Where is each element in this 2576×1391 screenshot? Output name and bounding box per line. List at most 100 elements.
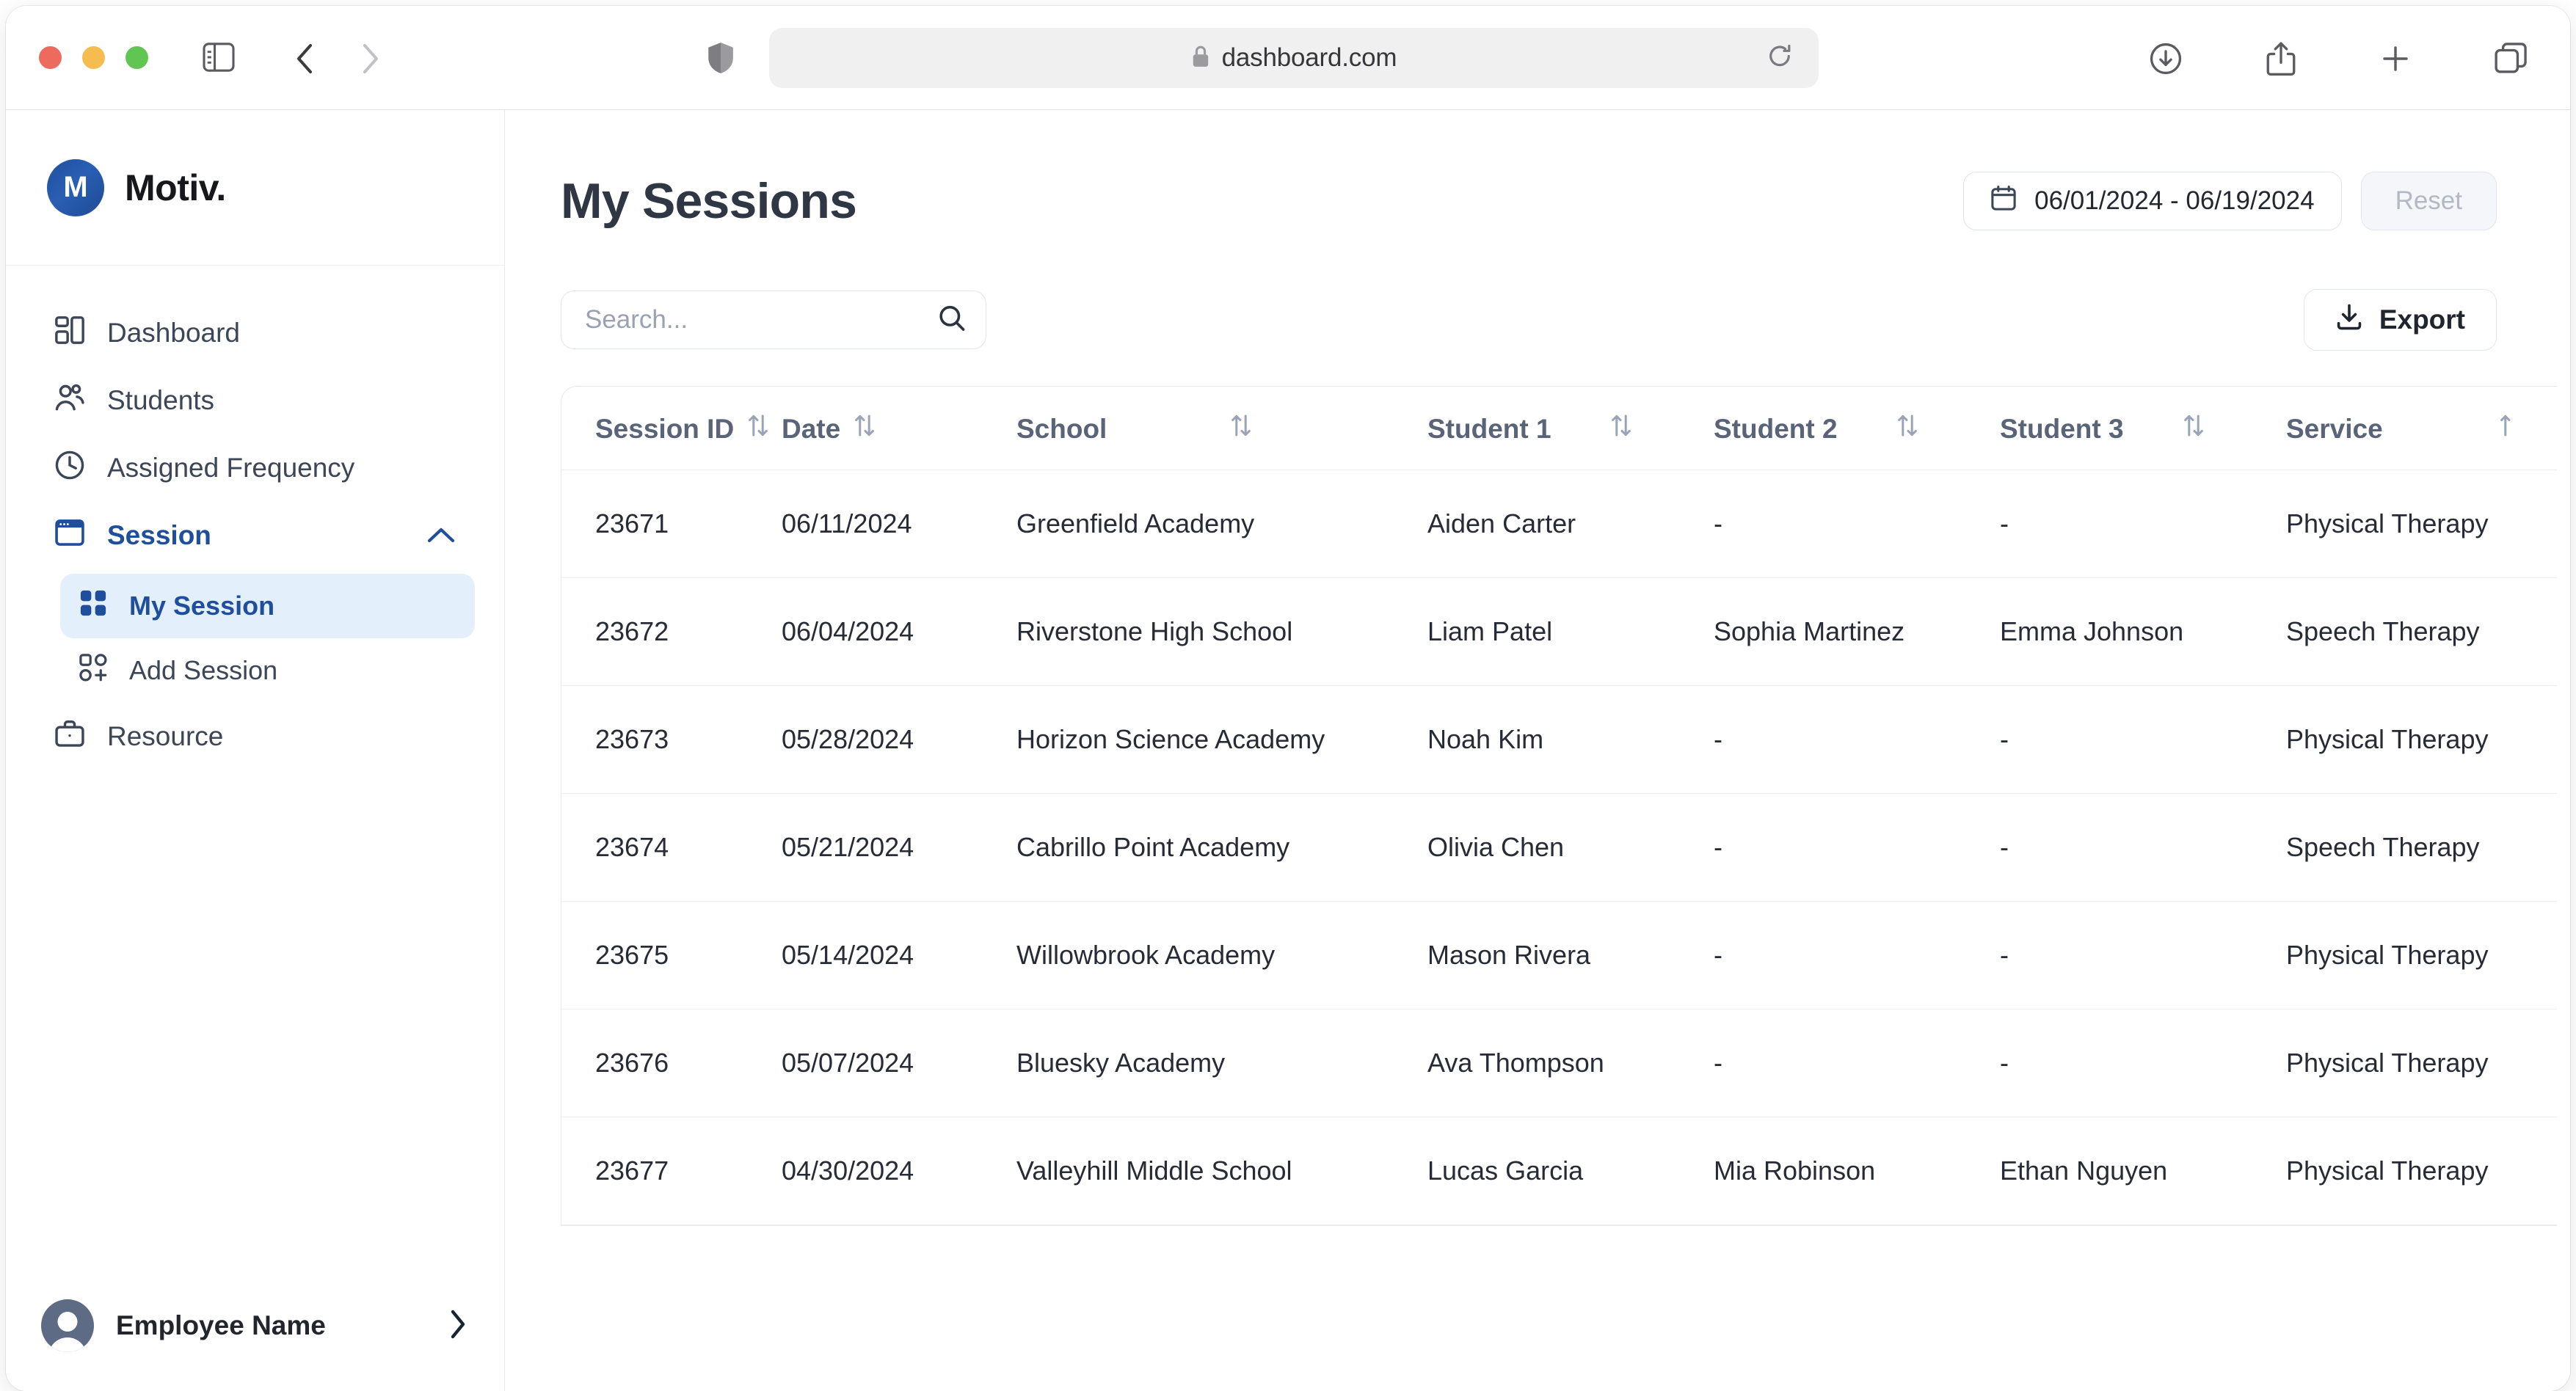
sort-arrows-icon[interactable]	[747, 413, 769, 445]
table-body: 23671 06/11/2024 Greenfield Academy Aide…	[561, 470, 2557, 1225]
page-header: My Sessions 06/01/2024 - 06/19/2024 Rese…	[561, 110, 2570, 242]
sidebar-subitem-label: My Session	[129, 591, 275, 621]
sidebar: M Motiv. Dashboard Students Assigned Fre…	[6, 110, 505, 1391]
cell-student-3: -	[2000, 1009, 2286, 1117]
column-label: Student 2	[1714, 413, 1838, 444]
brand[interactable]: M Motiv.	[6, 110, 504, 266]
cell-date: 05/28/2024	[782, 685, 1016, 794]
reload-icon[interactable]	[1767, 44, 1792, 73]
sessions-table-card: Session ID Date School Student 1 Student…	[561, 386, 2557, 1226]
column-header-service[interactable]: Service	[2286, 387, 2557, 470]
column-header-date[interactable]: Date	[782, 387, 1016, 470]
url-text: dashboard.com	[1221, 43, 1397, 72]
sidebar-item-label: Dashboard	[107, 318, 241, 348]
column-header-student-2[interactable]: Student 2	[1714, 387, 2000, 470]
header-actions: 06/01/2024 - 06/19/2024 Reset	[1963, 172, 2497, 230]
date-range-picker[interactable]: 06/01/2024 - 06/19/2024	[1963, 172, 2342, 230]
column-label: Service	[2286, 413, 2383, 444]
cell-student-3: Emma Johnson	[2000, 577, 2286, 686]
share-icon[interactable]	[2265, 41, 2297, 80]
table-row[interactable]: 23674 05/21/2024 Cabrillo Point Academy …	[561, 793, 2557, 902]
sidebar-item-resource[interactable]: Resource	[35, 703, 475, 770]
briefcase-icon	[54, 718, 85, 756]
cell-date: 05/14/2024	[782, 901, 1016, 1010]
sidebar-item-students[interactable]: Students	[35, 367, 475, 434]
close-window-button[interactable]	[39, 46, 62, 69]
back-button[interactable]	[292, 43, 317, 79]
sidebar-item-my-session[interactable]: My Session	[60, 574, 475, 638]
cell-date: 06/04/2024	[782, 577, 1016, 686]
reset-button[interactable]: Reset	[2360, 172, 2497, 230]
table-row[interactable]: 23677 04/30/2024 Valleyhill Middle Schoo…	[561, 1117, 2557, 1225]
maximize-window-button[interactable]	[125, 46, 148, 69]
cell-student-1: Olivia Chen	[1427, 793, 1714, 902]
forward-button[interactable]	[358, 43, 383, 79]
cell-date: 05/21/2024	[782, 793, 1016, 902]
cell-service: Physical Therapy	[2286, 470, 2557, 578]
chevron-right-icon[interactable]	[448, 1309, 467, 1343]
sidebar-toggle-icon[interactable]	[203, 43, 235, 76]
sort-arrows-icon[interactable]	[854, 413, 876, 445]
sidebar-item-assigned-frequency[interactable]: Assigned Frequency	[35, 434, 475, 502]
sidebar-item-add-session[interactable]: Add Session	[60, 638, 475, 703]
column-header-session-id[interactable]: Session ID	[561, 387, 782, 470]
cell-school: Riverstone High School	[1016, 577, 1427, 686]
address-bar[interactable]: dashboard.com	[769, 28, 1819, 88]
export-label: Export	[2379, 304, 2465, 335]
table-row[interactable]: 23671 06/11/2024 Greenfield Academy Aide…	[561, 470, 2557, 578]
sort-arrows-icon[interactable]	[1610, 413, 1632, 445]
chevron-up-icon[interactable]	[426, 520, 456, 551]
sort-arrows-icon[interactable]	[1230, 413, 1252, 445]
cell-session-id: 23671	[561, 470, 782, 578]
table-row[interactable]: 23676 05/07/2024 Bluesky Academy Ava Tho…	[561, 1009, 2557, 1117]
window-icon	[54, 517, 85, 555]
cell-session-id: 23674	[561, 793, 782, 902]
cell-service: Physical Therapy	[2286, 1009, 2557, 1117]
sidebar-item-label: Session	[107, 520, 211, 550]
cell-school: Valleyhill Middle School	[1016, 1117, 1427, 1225]
cell-date: 05/07/2024	[782, 1009, 1016, 1117]
new-tab-icon[interactable]	[2379, 43, 2412, 79]
sidebar-item-dashboard[interactable]: Dashboard	[35, 299, 475, 367]
table-row[interactable]: 23675 05/14/2024 Willowbrook Academy Mas…	[561, 901, 2557, 1010]
cell-school: Horizon Science Academy	[1016, 685, 1427, 794]
cell-student-1: Ava Thompson	[1427, 1009, 1714, 1117]
browser-toolbar: dashboard.com	[6, 6, 2570, 110]
sidebar-nav: Dashboard Students Assigned Frequency Se…	[6, 266, 504, 1260]
sort-arrows-icon[interactable]	[1896, 413, 1918, 445]
cell-student-1: Noah Kim	[1427, 685, 1714, 794]
calendar-icon	[1990, 185, 2017, 218]
shield-icon[interactable]	[707, 41, 735, 79]
cell-service: Physical Therapy	[2286, 1117, 2557, 1225]
sidebar-subnav-session: My Session Add Session	[60, 574, 475, 703]
table-row[interactable]: 23672 06/04/2024 Riverstone High School …	[561, 577, 2557, 686]
sidebar-item-label: Students	[107, 385, 215, 415]
cell-session-id: 23676	[561, 1009, 782, 1117]
column-header-school[interactable]: School	[1016, 387, 1427, 470]
sort-arrows-icon[interactable]	[2499, 413, 2521, 445]
date-range-text: 06/01/2024 - 06/19/2024	[2034, 186, 2315, 215]
cell-date: 06/11/2024	[782, 470, 1016, 578]
sidebar-item-session[interactable]: Session	[35, 502, 475, 569]
cell-student-3: -	[2000, 685, 2286, 794]
cell-service: Speech Therapy	[2286, 793, 2557, 902]
sidebar-item-label: Assigned Frequency	[107, 453, 355, 483]
cell-school: Willowbrook Academy	[1016, 901, 1427, 1010]
column-header-student-1[interactable]: Student 1	[1427, 387, 1714, 470]
cell-student-1: Aiden Carter	[1427, 470, 1714, 578]
cell-session-id: 23672	[561, 577, 782, 686]
brand-name: Motiv.	[125, 167, 226, 208]
cell-session-id: 23673	[561, 685, 782, 794]
column-header-student-3[interactable]: Student 3	[2000, 387, 2286, 470]
download-circle-icon[interactable]	[2149, 42, 2183, 79]
sort-arrows-icon[interactable]	[2183, 413, 2205, 445]
sidebar-subitem-label: Add Session	[129, 655, 278, 685]
search-input[interactable]	[561, 291, 986, 349]
search-icon[interactable]	[938, 304, 966, 336]
tab-overview-icon[interactable]	[2494, 42, 2528, 79]
user-profile[interactable]: Employee Name	[6, 1260, 504, 1391]
grid-plus-icon	[79, 653, 107, 688]
table-row[interactable]: 23673 05/28/2024 Horizon Science Academy…	[561, 685, 2557, 794]
minimize-window-button[interactable]	[82, 46, 105, 69]
export-button[interactable]: Export	[2303, 289, 2497, 351]
